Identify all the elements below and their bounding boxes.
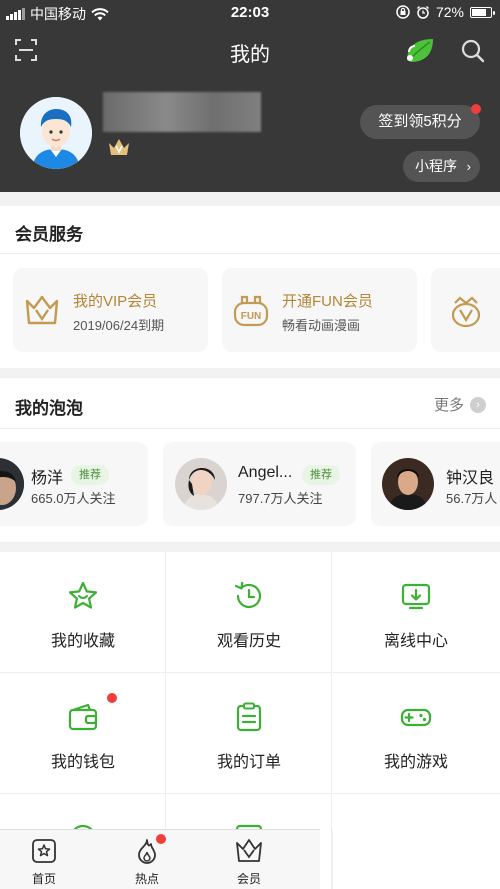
- wallet-icon: [68, 703, 98, 731]
- grid-label: 我的收藏: [50, 633, 115, 650]
- avatar[interactable]: [20, 97, 92, 169]
- tab-label: 首页: [31, 872, 56, 886]
- order-icon: [236, 702, 262, 732]
- grid-item-history[interactable]: 观看历史: [166, 552, 332, 673]
- svg-text:FUN: FUN: [241, 311, 262, 322]
- leaf-icon[interactable]: [403, 36, 435, 66]
- avatar: [0, 458, 24, 510]
- grid-item-games[interactable]: 我的游戏: [333, 673, 500, 794]
- follower-count: 56.7万人: [446, 491, 498, 506]
- more-label: 更多: [433, 397, 464, 414]
- vip-card-title: 开通FUN会员: [282, 293, 373, 310]
- section-title-vip: 会员服务: [15, 225, 83, 244]
- divider: [0, 428, 500, 429]
- grid-item-orders[interactable]: 我的订单: [166, 673, 332, 794]
- vip-crown-icon: [236, 839, 262, 862]
- vip-card-subtitle: 畅看动画漫画: [282, 318, 361, 333]
- tab-home[interactable]: 首页: [9, 830, 79, 889]
- bubble-name: Angel...: [238, 464, 293, 481]
- fun-icon: FUN: [233, 295, 269, 327]
- download-icon: [401, 583, 431, 610]
- grid-item-wallet[interactable]: 我的钱包: [0, 673, 166, 794]
- vip-card-title: 我的VIP会员: [73, 293, 158, 310]
- feature-grid: 我的收藏 观看历史 离线中心 我的钱包 我的订单 我的游戏: [0, 552, 500, 889]
- rotation-lock-icon: [396, 5, 410, 19]
- tab-label: 会员: [236, 872, 261, 886]
- bubble-card-angel[interactable]: Angel... 推荐 797.7万人关注: [163, 442, 356, 526]
- star-icon: [68, 581, 98, 609]
- mini-program-label: 小程序: [415, 158, 457, 174]
- gamepad-icon: [400, 708, 432, 727]
- tab-label: 热点: [134, 872, 159, 886]
- alarm-icon: [416, 5, 429, 19]
- tab-hot[interactable]: 热点: [112, 830, 182, 889]
- vip-card-partial[interactable]: [431, 268, 500, 352]
- divider: [0, 253, 500, 254]
- vip-card-fun[interactable]: FUN 开通FUN会员 畅看动画漫画: [222, 268, 417, 352]
- status-bar: 中国移动 22:03 72%: [0, 0, 500, 26]
- chevron-right-icon: ›: [466, 159, 471, 174]
- bubble-name: 杨洋: [31, 470, 64, 487]
- vip-card-my-vip[interactable]: 我的VIP会员 2019/06/24到期: [13, 268, 208, 352]
- battery-percent: 72%: [435, 4, 464, 20]
- tab-bar: 首页 热点 会员: [0, 829, 320, 889]
- crown-v-icon: [25, 295, 59, 325]
- bubble-name: 钟汉良: [446, 470, 495, 487]
- grid-label: 我的游戏: [383, 754, 448, 771]
- grid-item-favorites[interactable]: 我的收藏: [0, 552, 166, 673]
- crown-v-icon: [451, 296, 481, 328]
- grid-label: 观看历史: [216, 633, 281, 650]
- recommend-tag: 推荐: [71, 465, 109, 485]
- recommend-tag: 推荐: [302, 465, 340, 485]
- bubble-card-zhonghanliang[interactable]: 钟汉良 56.7万人: [371, 442, 500, 526]
- grid-item-partial[interactable]: [333, 794, 500, 889]
- wallet-badge-dot: [107, 693, 117, 703]
- more-link[interactable]: 更多 ›: [434, 394, 486, 415]
- battery-icon: [470, 6, 495, 18]
- avatar: [175, 458, 227, 510]
- vip-card-subtitle: 2019/06/24到期: [73, 318, 165, 333]
- home-icon: [32, 839, 56, 863]
- grid-label: 我的订单: [216, 754, 281, 771]
- checkin-badge-dot: [471, 104, 481, 114]
- grid-label: 我的钱包: [50, 754, 115, 771]
- section-title-bubble: 我的泡泡: [15, 399, 83, 418]
- chevron-right-icon: ›: [470, 396, 486, 413]
- checkin-button[interactable]: 签到领5积分: [360, 105, 480, 139]
- grid-label: 离线中心: [383, 633, 448, 650]
- follower-count: 665.0万人关注: [31, 491, 116, 506]
- bubble-section: 我的泡泡 更多 › 杨洋 推荐 665.0万人关注 Angel... 推荐 79…: [0, 378, 500, 542]
- follower-count: 797.7万人关注: [238, 491, 323, 506]
- avatar: [382, 458, 434, 510]
- tab-vip[interactable]: 会员: [214, 830, 284, 889]
- username-blurred: [103, 92, 261, 132]
- avatar-image: [20, 97, 92, 169]
- vip-services-section: 会员服务 我的VIP会员 2019/06/24到期 FUN 开通FUN会员 畅看…: [0, 206, 500, 368]
- crown-badge-icon: [109, 139, 129, 155]
- bubble-card-yangyang[interactable]: 杨洋 推荐 665.0万人关注: [0, 442, 148, 526]
- profile-header: 中国移动 22:03 72% 我的 签到领5积分 小程序 ›: [0, 0, 500, 192]
- mini-program-button[interactable]: 小程序 ›: [403, 151, 480, 182]
- search-icon[interactable]: [460, 38, 486, 64]
- grid-item-offline[interactable]: 离线中心: [333, 552, 500, 673]
- hot-badge-dot: [156, 834, 166, 844]
- nav-bar: 我的: [0, 28, 500, 76]
- history-icon: [234, 581, 262, 609]
